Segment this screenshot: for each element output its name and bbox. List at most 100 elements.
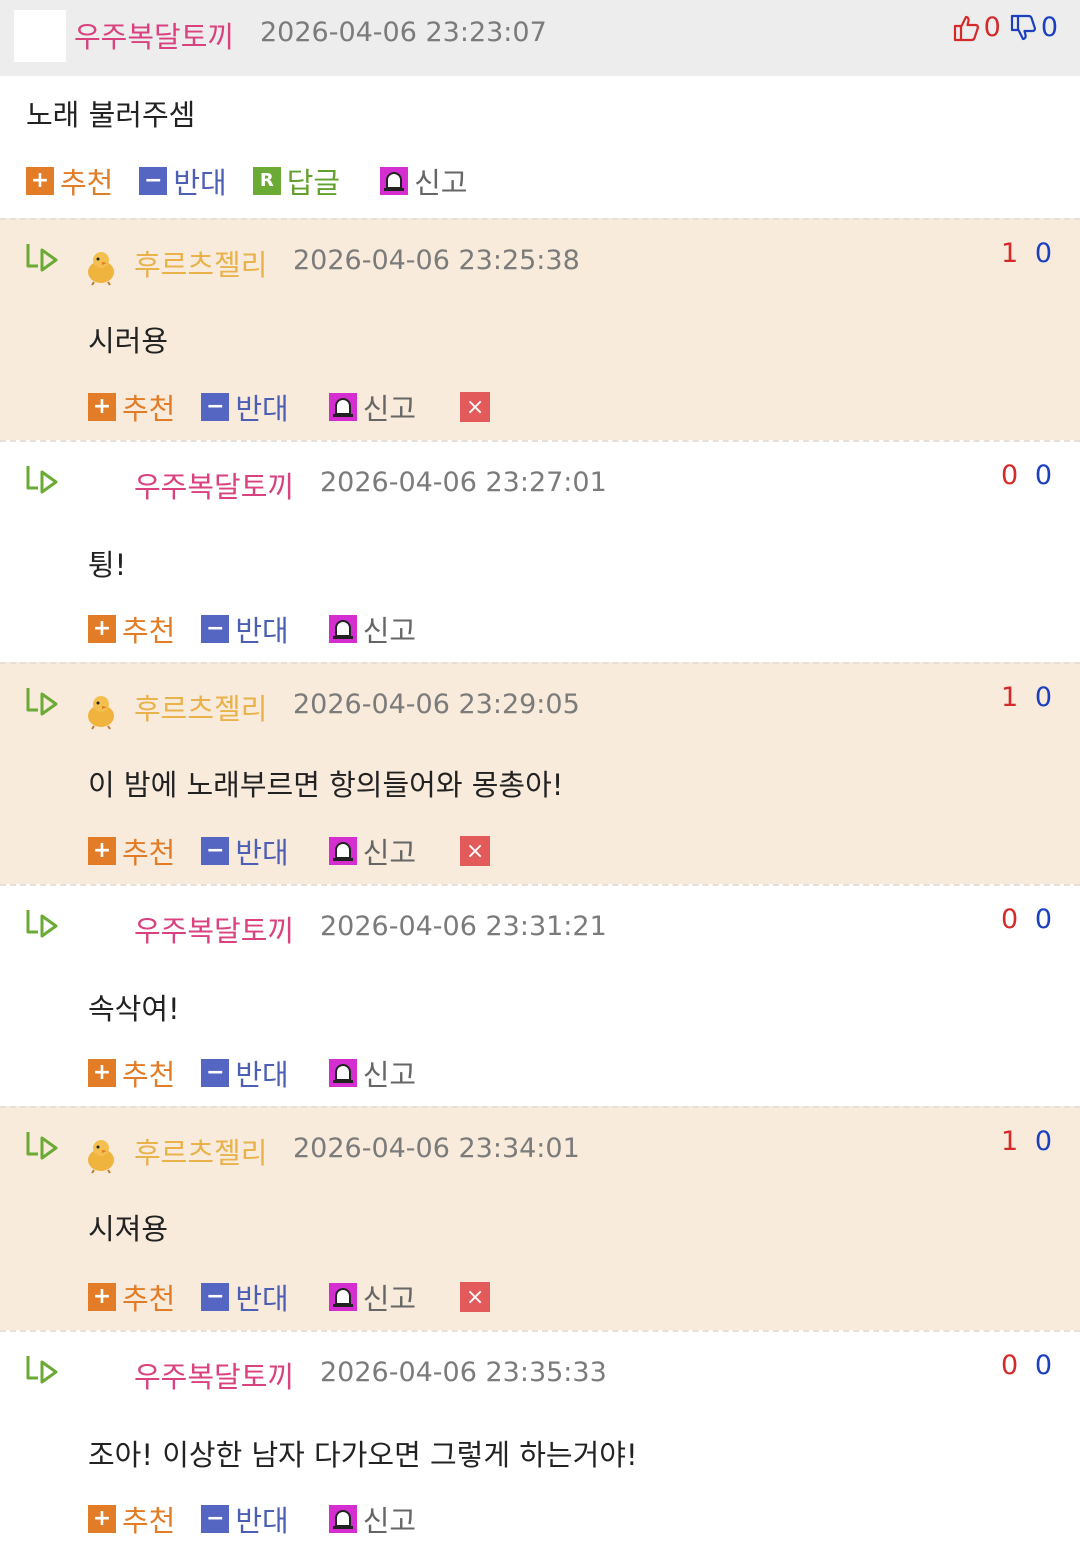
report-button[interactable]: 신고 [328,830,416,872]
recommend-button[interactable]: + 추천 [88,1276,175,1318]
report-button[interactable]: 신고 [328,1498,416,1540]
siren-icon [328,1283,357,1311]
comment-body: 튕! [88,548,127,582]
siren-icon [328,393,357,421]
comment-actions: + 추천 − 반대 신고 [88,608,442,650]
reply-arrow-icon [26,688,58,716]
recommend-button[interactable]: + 추천 [88,1052,175,1094]
reply-item: 후르츠젤리 2026-04-06 23:25:38 1 0 시러용 + 추천 − 반… [0,218,1080,440]
minus-icon: − [201,1059,230,1087]
nickname[interactable]: 후르츠젤리 [134,1130,267,1172]
reply-arrow-icon [26,244,58,272]
oppose-button[interactable]: − 반대 [201,386,289,428]
report-button[interactable]: 신고 [328,386,416,428]
recommend-button[interactable]: + 추천 [88,1498,175,1540]
report-button[interactable]: 신고 [380,160,468,202]
down-count: 0 [1040,12,1058,43]
vote-counts: 1 0 [1001,682,1056,713]
recommend-button[interactable]: + 추천 [26,160,113,202]
up-count: 0 [983,12,1001,43]
comment-date: 2026-04-06 23:23:07 [260,17,547,48]
thumbs-down-icon [1010,14,1036,40]
comment-body: 시러용 [88,324,169,358]
oppose-button[interactable]: − 반대 [139,160,227,202]
delete-button[interactable]: × [460,392,491,422]
minus-icon: − [201,1283,230,1311]
reply-arrow-icon [26,1132,58,1160]
thumbs-up-icon [953,15,979,41]
comment-body: 시져용 [88,1212,169,1246]
siren-icon [328,615,357,643]
vote-counts: 0 0 [1001,904,1056,935]
comment-date: 2026-04-06 23:25:38 [293,245,580,276]
reply-item: 우주복달토끼 2026-04-06 23:35:33 0 0 조아! 이상한 남… [0,1330,1080,1543]
plus-icon: + [26,167,54,195]
comment-body: 속삭여! [88,992,180,1026]
reply-item: 후르츠젤리 2026-04-06 23:29:05 1 0 이 밤에 노래부르면… [0,662,1080,884]
plus-icon: + [88,615,116,643]
nickname[interactable]: 후르츠젤리 [134,242,267,284]
vote-counts: 0 0 [1001,460,1056,491]
comment-body: 이 밤에 노래부르면 항의들어와 몽총아! [88,768,564,802]
reply-arrow-icon [26,910,58,938]
minus-icon: − [139,167,168,195]
oppose-button[interactable]: − 반대 [201,608,289,650]
nickname[interactable]: 우주복달토끼 [134,908,294,950]
top-comment: 우주복달토끼 2026-04-06 23:23:07 0 0 노래 불러주셈 +… [0,0,1080,218]
delete-button[interactable]: × [460,836,491,866]
comment-actions: + 추천 − 반대 R 답글 신고 [26,160,494,202]
reply-arrow-icon [26,1356,58,1384]
siren-icon [328,837,357,865]
comment-date: 2026-04-06 23:27:01 [320,467,607,498]
nickname[interactable]: 우주복달토끼 [134,1354,294,1396]
reply-item: 우주복달토끼 2026-04-06 23:31:21 0 0 속삭여! + 추천 … [0,884,1080,1106]
report-button[interactable]: 신고 [328,1052,416,1094]
plus-icon: + [88,1505,116,1533]
plus-icon: + [88,1059,116,1087]
siren-icon [328,1059,357,1087]
oppose-button[interactable]: − 반대 [201,1052,289,1094]
plus-icon: + [88,1283,116,1311]
comment-date: 2026-04-06 23:34:01 [293,1133,580,1164]
comment-actions: + 추천 − 반대 신고 × [88,1276,491,1318]
siren-icon [328,1505,357,1533]
nickname[interactable]: 우주복달토끼 [74,14,234,56]
report-button[interactable]: 신고 [328,1276,416,1318]
avatar [14,10,66,62]
comment-body: 조아! 이상한 남자 다가오면 그렇게 하는거야! [88,1438,638,1472]
comment-actions: + 추천 − 반대 신고 [88,1052,442,1094]
reply-icon: R [252,167,281,195]
chick-avatar-icon [88,252,114,286]
reply-item: 우주복달토끼 2026-04-06 23:27:01 0 0 튕! + 추천 − 반… [0,440,1080,662]
delete-button[interactable]: × [460,1282,491,1312]
reply-button[interactable]: R 답글 [252,160,340,202]
comment-date: 2026-04-06 23:29:05 [293,689,580,720]
minus-icon: − [201,837,230,865]
comment-actions: + 추천 − 반대 신고 × [88,830,491,872]
recommend-button[interactable]: + 추천 [88,830,175,872]
vote-counts: 0 0 [952,12,1058,43]
comment-body: 노래 불러주셈 [26,98,196,132]
nickname[interactable]: 후르츠젤리 [134,686,267,728]
comment-actions: + 추천 − 반대 신고 [88,1498,442,1540]
report-button[interactable]: 신고 [328,608,416,650]
vote-counts: 1 0 [1001,238,1056,269]
recommend-button[interactable]: + 추천 [88,386,175,428]
chick-avatar-icon [88,696,114,730]
vote-counts: 0 0 [1001,1350,1056,1381]
plus-icon: + [88,393,116,421]
oppose-button[interactable]: − 반대 [201,1276,289,1318]
top-comment-header: 우주복달토끼 2026-04-06 23:23:07 0 0 [0,0,1080,76]
comment-date: 2026-04-06 23:31:21 [320,911,607,942]
minus-icon: − [201,393,230,421]
comment-actions: + 추천 − 반대 신고 × [88,386,491,428]
reply-item: 후르츠젤리 2026-04-06 23:34:01 1 0 시져용 + 추천 − 반… [0,1106,1080,1330]
oppose-button[interactable]: − 반대 [201,1498,289,1540]
minus-icon: − [201,615,230,643]
nickname[interactable]: 우주복달토끼 [134,464,294,506]
recommend-button[interactable]: + 추천 [88,608,175,650]
oppose-button[interactable]: − 반대 [201,830,289,872]
chick-avatar-icon [88,1140,114,1174]
minus-icon: − [201,1505,230,1533]
vote-counts: 1 0 [1001,1126,1056,1157]
